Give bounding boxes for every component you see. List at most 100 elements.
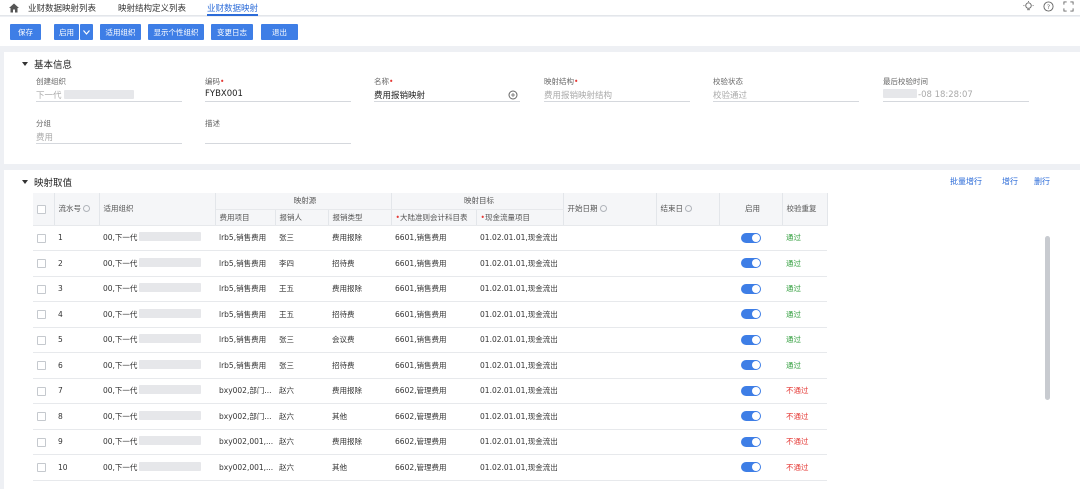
claimant-cell[interactable]: 赵六 (275, 429, 328, 455)
org-cell[interactable]: 00,下一代 (99, 276, 215, 302)
cashflow-cell[interactable]: 01.02.01.01,现金流出 (476, 301, 564, 328)
row-checkbox[interactable] (37, 259, 46, 268)
table-row[interactable]: 4 00,下一代 lrb5,销售费用 王五 招待费 6601,销售费用 01.02.01.0… (33, 301, 1048, 328)
claimant-cell[interactable]: 张三 (275, 225, 328, 251)
row-select-cell[interactable] (33, 378, 54, 404)
exit-button[interactable]: 退出 (261, 24, 298, 40)
start-date-cell[interactable] (563, 225, 657, 251)
cashflow-cell[interactable]: 01.02.01.01,现金流出 (476, 454, 564, 481)
claimant-cell[interactable]: 王五 (275, 276, 328, 302)
enabled-toggle[interactable] (740, 283, 761, 294)
row-select-cell[interactable] (33, 403, 54, 430)
home-icon[interactable] (8, 2, 20, 14)
org-cell[interactable]: 00,下一代 (99, 352, 215, 379)
org-cell[interactable]: 00,下一代 (99, 378, 215, 404)
account-cell[interactable]: 6601,销售费用 (391, 250, 477, 277)
start-date-cell[interactable] (563, 276, 657, 302)
cashflow-cell[interactable]: 01.02.01.01,现金流出 (476, 276, 564, 302)
row-checkbox[interactable] (37, 463, 46, 472)
table-row[interactable]: 6 00,下一代 lrb5,销售费用 张三 招待费 6601,销售费用 01.02.01.0… (33, 352, 1048, 379)
enabled-toggle[interactable] (740, 462, 761, 473)
desc-field[interactable]: 描述 (205, 118, 351, 144)
row-checkbox[interactable] (37, 233, 46, 243)
org-cell[interactable]: 00,下一代 (99, 301, 215, 328)
table-row[interactable]: 8 00,下一代 bxy002,部门... 赵六 其他 6602,管理费用 01.02.01… (33, 403, 1048, 430)
expense-item-cell[interactable]: bxy002,部门... (215, 403, 275, 430)
claim-type-cell[interactable]: 费用报除 (328, 429, 392, 455)
claim-type-cell[interactable]: 招待费 (328, 352, 392, 379)
start-date-cell[interactable] (563, 327, 657, 353)
start-date-cell[interactable] (563, 454, 657, 481)
end-date-cell[interactable] (656, 352, 720, 379)
name-input[interactable]: 费用报销映射 (374, 89, 520, 102)
enabled-toggle[interactable] (740, 411, 761, 422)
expense-item-cell[interactable]: lrb5,销售费用 (215, 276, 275, 302)
show-personal-org-button[interactable]: 显示个性组织 (148, 24, 204, 40)
account-cell[interactable]: 6602,管理费用 (391, 403, 477, 430)
end-date-cell[interactable] (656, 454, 720, 481)
end-date-cell[interactable] (656, 403, 720, 430)
expense-item-cell[interactable]: lrb5,销售费用 (215, 352, 275, 379)
structure-field[interactable]: 映射结构• 费用报销映射结构 (544, 76, 690, 102)
cashflow-cell[interactable]: 01.02.01.01,现金流出 (476, 429, 564, 455)
cashflow-cell[interactable]: 01.02.01.01,现金流出 (476, 403, 564, 430)
globe-icon[interactable] (508, 90, 518, 100)
table-row[interactable]: 3 00,下一代 lrb5,销售费用 王五 费用报除 6601,销售费用 01.02.01.… (33, 276, 1048, 302)
account-cell[interactable]: 6602,管理费用 (391, 454, 477, 481)
claimant-cell[interactable]: 赵六 (275, 378, 328, 404)
row-select-cell[interactable] (33, 225, 54, 251)
row-checkbox[interactable] (37, 310, 46, 319)
row-select-cell[interactable] (33, 429, 54, 455)
row-checkbox[interactable] (37, 361, 46, 370)
enable-button[interactable]: 启用 (54, 24, 79, 40)
tab-mapping-list[interactable]: 业财数据映射列表 (28, 2, 96, 16)
help-icon[interactable]: ? (1043, 1, 1054, 12)
row-select-cell[interactable] (33, 352, 54, 379)
row-select-cell[interactable] (33, 327, 54, 353)
row-checkbox[interactable] (37, 284, 46, 294)
cashflow-cell[interactable]: 01.02.01.01,现金流出 (476, 352, 564, 379)
org-cell[interactable]: 00,下一代 (99, 225, 215, 251)
table-row[interactable]: 10 00,下一代 bxy002,001,... 赵六 其他 6602,管理费用 01.02… (33, 454, 1048, 481)
account-cell[interactable]: 6602,管理费用 (391, 429, 477, 455)
apply-org-button[interactable]: 适用组织 (100, 24, 141, 40)
cashflow-cell[interactable]: 01.02.01.01,现金流出 (476, 327, 564, 353)
enabled-toggle[interactable] (740, 360, 761, 371)
batch-add-row-link[interactable]: 批量增行 (950, 176, 982, 187)
save-button[interactable]: 保存 (10, 24, 41, 40)
claimant-cell[interactable]: 张三 (275, 327, 328, 353)
select-all-header[interactable] (33, 193, 55, 226)
select-all-checkbox[interactable] (37, 204, 46, 214)
row-select-cell[interactable] (33, 454, 54, 481)
org-cell[interactable]: 00,下一代 (99, 250, 215, 277)
claimant-cell[interactable]: 李四 (275, 250, 328, 277)
cashflow-cell[interactable]: 01.02.01.01,现金流出 (476, 250, 564, 277)
row-select-cell[interactable] (33, 250, 54, 277)
table-scrollbar[interactable] (1045, 236, 1050, 400)
claim-type-cell[interactable]: 招待费 (328, 301, 392, 328)
end-date-cell[interactable] (656, 301, 720, 328)
row-select-cell[interactable] (33, 276, 54, 302)
start-date-cell[interactable] (563, 352, 657, 379)
expense-item-cell[interactable]: bxy002,001,... (215, 429, 275, 455)
enabled-toggle[interactable] (740, 258, 761, 269)
table-row[interactable]: 5 00,下一代 lrb5,销售费用 张三 会议费 6601,销售费用 01.02.01.0… (33, 327, 1048, 353)
start-date-cell[interactable] (563, 250, 657, 277)
tab-data-mapping[interactable]: 业财数据映射 (207, 2, 259, 16)
end-date-cell[interactable] (656, 429, 720, 455)
claim-type-cell[interactable]: 费用报除 (328, 276, 392, 302)
lightbulb-icon[interactable] (1023, 1, 1034, 12)
org-cell[interactable]: 00,下一代 (99, 327, 215, 353)
claim-type-cell[interactable]: 其他 (328, 403, 392, 430)
fullscreen-icon[interactable] (1063, 1, 1074, 12)
expense-item-cell[interactable]: bxy002,部门... (215, 378, 275, 404)
claimant-cell[interactable]: 赵六 (275, 403, 328, 430)
expense-item-cell[interactable]: bxy002,001,... (215, 454, 275, 481)
account-cell[interactable]: 6601,销售费用 (391, 276, 477, 302)
expense-item-cell[interactable]: lrb5,销售费用 (215, 250, 275, 277)
end-date-cell[interactable] (656, 276, 720, 302)
row-select-cell[interactable] (33, 301, 54, 328)
claim-type-cell[interactable]: 会议费 (328, 327, 392, 353)
expense-item-cell[interactable]: lrb5,销售费用 (215, 327, 275, 353)
start-date-cell[interactable] (563, 429, 657, 455)
